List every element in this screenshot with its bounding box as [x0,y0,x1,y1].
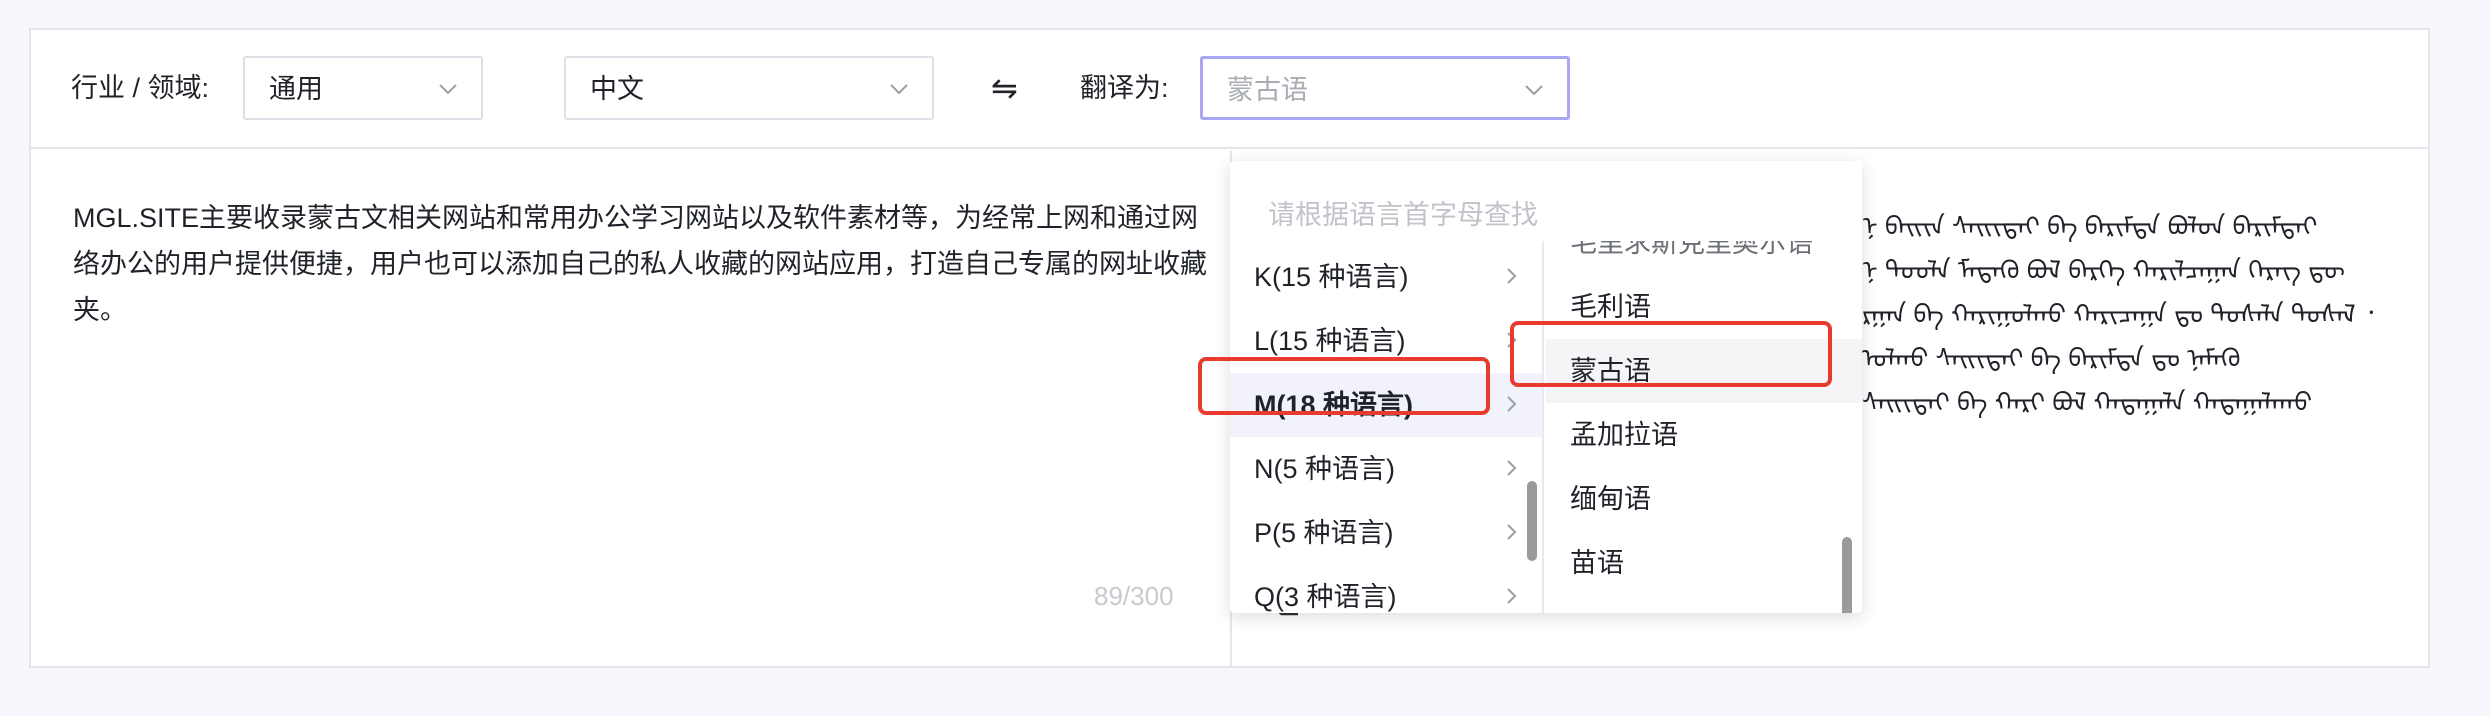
output-line: ᠤᠯᠬᠤ ᠰᠠᠢᠢᠲᠠᠢ ᠪᠠ ᠪᠠᠷᠢᠮᠲᠠ ᠳᠤ ᠨᠡᠮᠡᠬᠦ [1862,343,2241,373]
language-highlight-box [1510,321,1832,387]
language-item[interactable]: 苗语 [1546,531,1862,595]
chevron-right-icon [1507,396,1517,412]
group-label: K(15 种语言) [1254,262,1409,292]
language-search-input[interactable]: 请根据语言首字母查找 [1268,193,1538,232]
language-label: 缅甸语 [1570,484,1651,514]
group-label: L(15 种语言) [1254,326,1406,356]
source-text-area[interactable]: MGL.SITE主要收录蒙古文相关网站和常用办公学习网站以及软件素材等，为经常上… [31,151,1230,668]
char-counter: 89/300 [1094,581,1174,611]
chevron-right-icon [1507,460,1517,476]
industry-label: 行业 / 领域: [71,73,210,103]
chevron-down-icon [890,84,908,95]
industry-value: 通用 [269,74,323,104]
language-group-item[interactable]: K(15 种语言) [1230,245,1542,309]
language-group-item[interactable]: P(5 种语言) [1230,501,1542,565]
output-line: ᠨ ᠲᠣᠣᠯᠠ ᠮᠡᠳᠡᠬᠦ ᠪᠣᠯ ᠪᠡᠷᠬᠡ ᠬᠠᠷᠢᠯᠴᠠᠭᠠᠨ ᠬᠡᠷᠡ… [1862,255,2345,285]
industry-select[interactable]: 通用 [243,56,483,120]
source-language-select[interactable]: 中文 [564,56,934,120]
target-language-select[interactable]: 蒙古语 [1200,56,1570,120]
language-item[interactable]: 毛里求斯克里奥尔语 [1546,241,1862,275]
group-highlight-box [1198,357,1490,415]
output-line: ᠨ ᠪᠠᠢᠢᠨ ᠰᠠᠢᠢᠲᠠᠢ ᠪᠠ ᠪᠠᠷᠢᠮᠲᠠ ᠪᠣᠯᠤᠨ ᠪᠠᠷᠢᠮᠲᠠ… [1862,211,2318,241]
language-label: 毛里求斯克里奥尔语 [1570,241,1813,258]
language-item[interactable]: 孟加拉语 [1546,403,1862,467]
language-label: 孟加拉语 [1570,420,1678,450]
swap-languages-icon[interactable]: ⇋ [991,68,1018,108]
language-group-list: K(15 种语言) L(15 种语言) M(18 种语言) N(5 种语言) P… [1230,241,1544,613]
group-label: P(5 种语言) [1254,518,1394,548]
language-label: 苗语 [1570,548,1624,578]
language-group-item[interactable]: Q(3 种语言) [1230,565,1542,613]
chevron-down-icon [1525,85,1543,96]
language-list-scrollbar[interactable] [1842,537,1852,613]
language-label: 毛利语 [1570,292,1651,322]
chevron-right-icon [1507,524,1517,540]
translator-panel: 行业 / 领域: 通用 中文 ⇋ 翻译为: 蒙古语 MGL.SITE主要收录蒙古… [29,28,2430,668]
translate-to-label: 翻译为: [1080,73,1169,103]
language-list: 毛里求斯克里奥尔语 毛利语 蒙古语 孟加拉语 缅甸语 苗语 [1546,241,1862,613]
target-language-value: 蒙古语 [1227,75,1308,105]
group-list-scrollbar[interactable] [1527,481,1537,561]
group-label: N(5 种语言) [1254,454,1395,484]
chevron-right-icon [1507,268,1517,284]
source-language-value: 中文 [590,74,644,104]
output-line: ᠷᠭᠠᠨ ᠪᠠ ᠬᠠᠷᠢᠭᠤᠯᠬᠤ ᠬᠠᠷᠢᠴᠠᠭᠠ ᠳᠤ ᠲᠣᠰᠠᠯᠠ ᠲᠣᠰ… [1862,299,2374,329]
output-line: ᠰᠠᠢᠢᠲᠠᠢ ᠪᠠ ᠬᠠᠷᠢ ᠪᠣᠯ ᠬᠠᠳᠠᠭᠠᠯᠠ ᠬᠠᠳᠠᠭᠠᠯᠠᠬᠤ [1862,387,2313,417]
chevron-down-icon [439,84,457,95]
source-text[interactable]: MGL.SITE主要收录蒙古文相关网站和常用办公学习网站以及软件素材等，为经常上… [73,195,1208,333]
group-label: Q(3 种语言) [1254,582,1397,612]
chevron-right-icon [1507,588,1517,604]
language-item[interactable]: 缅甸语 [1546,467,1862,531]
toolbar: 行业 / 领域: 通用 中文 ⇋ 翻译为: 蒙古语 [31,30,2428,149]
language-group-item[interactable]: N(5 种语言) [1230,437,1542,501]
